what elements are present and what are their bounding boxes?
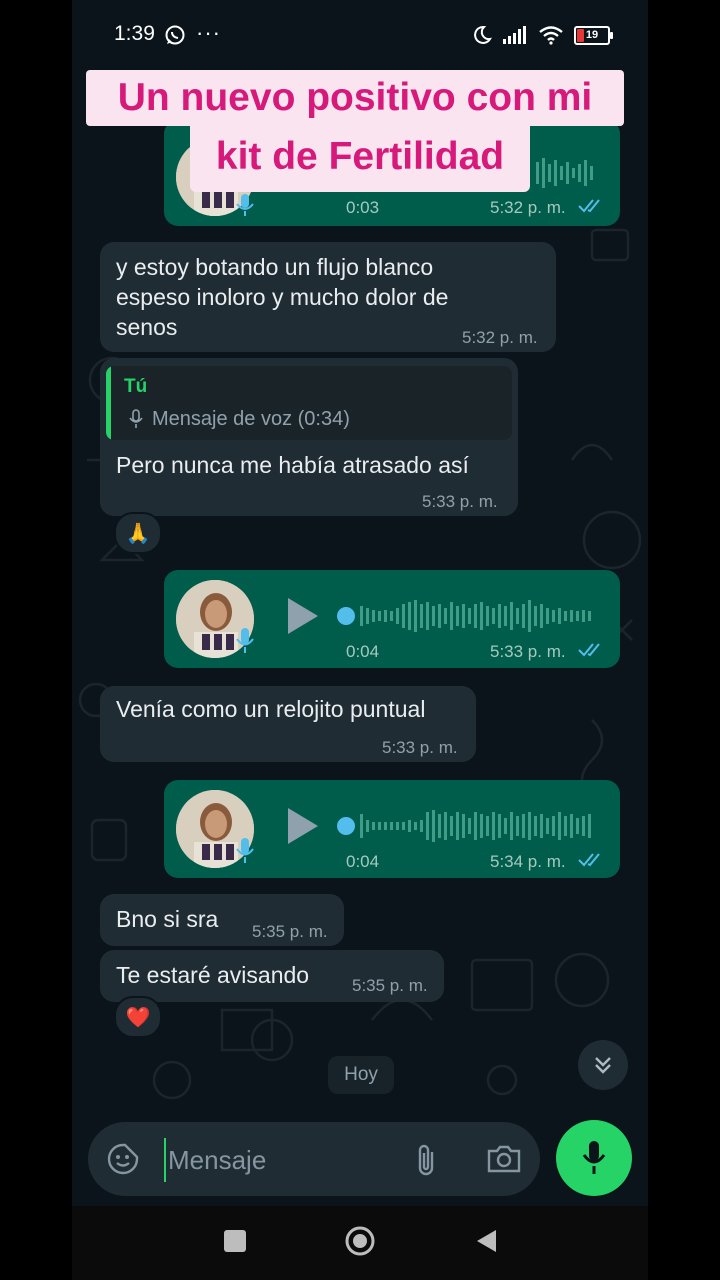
attach-icon[interactable] [414, 1142, 438, 1178]
battery-icon: 19 [574, 25, 613, 45]
voice-message[interactable]: 0:04 5:34 p. m. [164, 780, 620, 878]
play-icon[interactable] [284, 806, 322, 846]
moon-icon [474, 25, 492, 44]
reaction-badge[interactable]: 🙏 [114, 512, 162, 554]
waveform-icon[interactable] [336, 596, 600, 636]
wifi-icon [539, 26, 563, 45]
mic-icon [236, 838, 254, 863]
sticker-icon[interactable] [106, 1142, 140, 1176]
voice-duration: 0:04 [346, 642, 380, 661]
voice-message[interactable]: 0:04 5:33 p. m. [164, 570, 620, 668]
system-nav-bar [72, 1206, 648, 1280]
status-time: 1:39 [114, 22, 155, 45]
chevron-double-down-icon [595, 1057, 611, 1074]
scroll-to-bottom-button[interactable] [578, 1040, 628, 1090]
waveform-icon [536, 158, 593, 188]
incoming-message[interactable]: Venía como un relojito puntual 5:33 p. m… [100, 686, 476, 762]
record-voice-button[interactable] [556, 1120, 632, 1196]
voice-duration: 0:03 [346, 198, 380, 217]
message-text: y estoy botando un flujo blanco [116, 254, 434, 280]
status-bar: 1:39 ··· 19 [72, 0, 648, 72]
double-check-icon [578, 199, 600, 213]
recents-icon[interactable] [222, 1228, 248, 1254]
quote-bar [106, 366, 111, 440]
battery-level: 19 [585, 29, 599, 41]
message-time: 5:34 p. m. [490, 852, 566, 871]
phone-screen: 1:39 ··· 19 Un nuevo positivo con mi kit… [72, 0, 648, 1280]
message-text: Venía como un relojito puntual [116, 696, 426, 722]
incoming-message[interactable]: Te estaré avisando 5:35 p. m. [100, 950, 444, 1002]
mic-icon [236, 194, 254, 216]
message-text: Bno si sra [116, 906, 219, 932]
status-more: ··· [196, 20, 221, 45]
mic-icon [236, 628, 254, 653]
whatsapp-icon [165, 25, 185, 45]
message-time: 5:32 p. m. [490, 198, 566, 217]
date-chip: Hoy [328, 1056, 394, 1094]
message-text: Pero nunca me había atrasado así [116, 452, 469, 478]
message-input[interactable] [164, 1138, 390, 1182]
double-check-icon [578, 853, 600, 867]
mic-icon [582, 1141, 606, 1174]
voice-duration: 0:04 [346, 852, 380, 871]
incoming-message[interactable]: Bno si sra 5:35 p. m. [100, 894, 344, 946]
overlay-caption-line2: kit de Fertilidad [190, 126, 530, 192]
message-time: 5:35 p. m. [252, 922, 328, 941]
back-icon[interactable] [474, 1228, 500, 1254]
message-text: Te estaré avisando [116, 962, 310, 988]
message-time: 5:33 p. m. [490, 642, 566, 661]
message-text: senos [116, 314, 178, 340]
message-composer [88, 1122, 540, 1196]
quote-text: Mensaje de voz (0:34) [152, 408, 350, 430]
incoming-reply-message[interactable]: Tú Mensaje de voz (0:34) Pero nunca me h… [100, 358, 518, 516]
mic-icon [129, 409, 143, 428]
message-time: 5:35 p. m. [352, 976, 428, 995]
home-icon[interactable] [344, 1225, 376, 1257]
reaction-badge[interactable]: ❤️ [114, 996, 162, 1038]
message-time: 5:32 p. m. [462, 328, 538, 347]
overlay-caption-line1: Un nuevo positivo con mi [86, 70, 624, 126]
quote-author: Tú [124, 376, 148, 397]
camera-icon[interactable] [486, 1142, 522, 1174]
play-icon[interactable] [284, 596, 322, 636]
message-time: 5:33 p. m. [422, 492, 498, 511]
waveform-icon[interactable] [336, 806, 600, 846]
double-check-icon [578, 643, 600, 657]
message-time: 5:33 p. m. [382, 738, 458, 757]
message-text: espeso inoloro y mucho dolor de [116, 284, 449, 310]
signal-icon [503, 26, 526, 44]
incoming-message[interactable]: y estoy botando un flujo blanco espeso i… [100, 242, 556, 352]
quoted-message[interactable]: Tú Mensaje de voz (0:34) [106, 366, 512, 440]
